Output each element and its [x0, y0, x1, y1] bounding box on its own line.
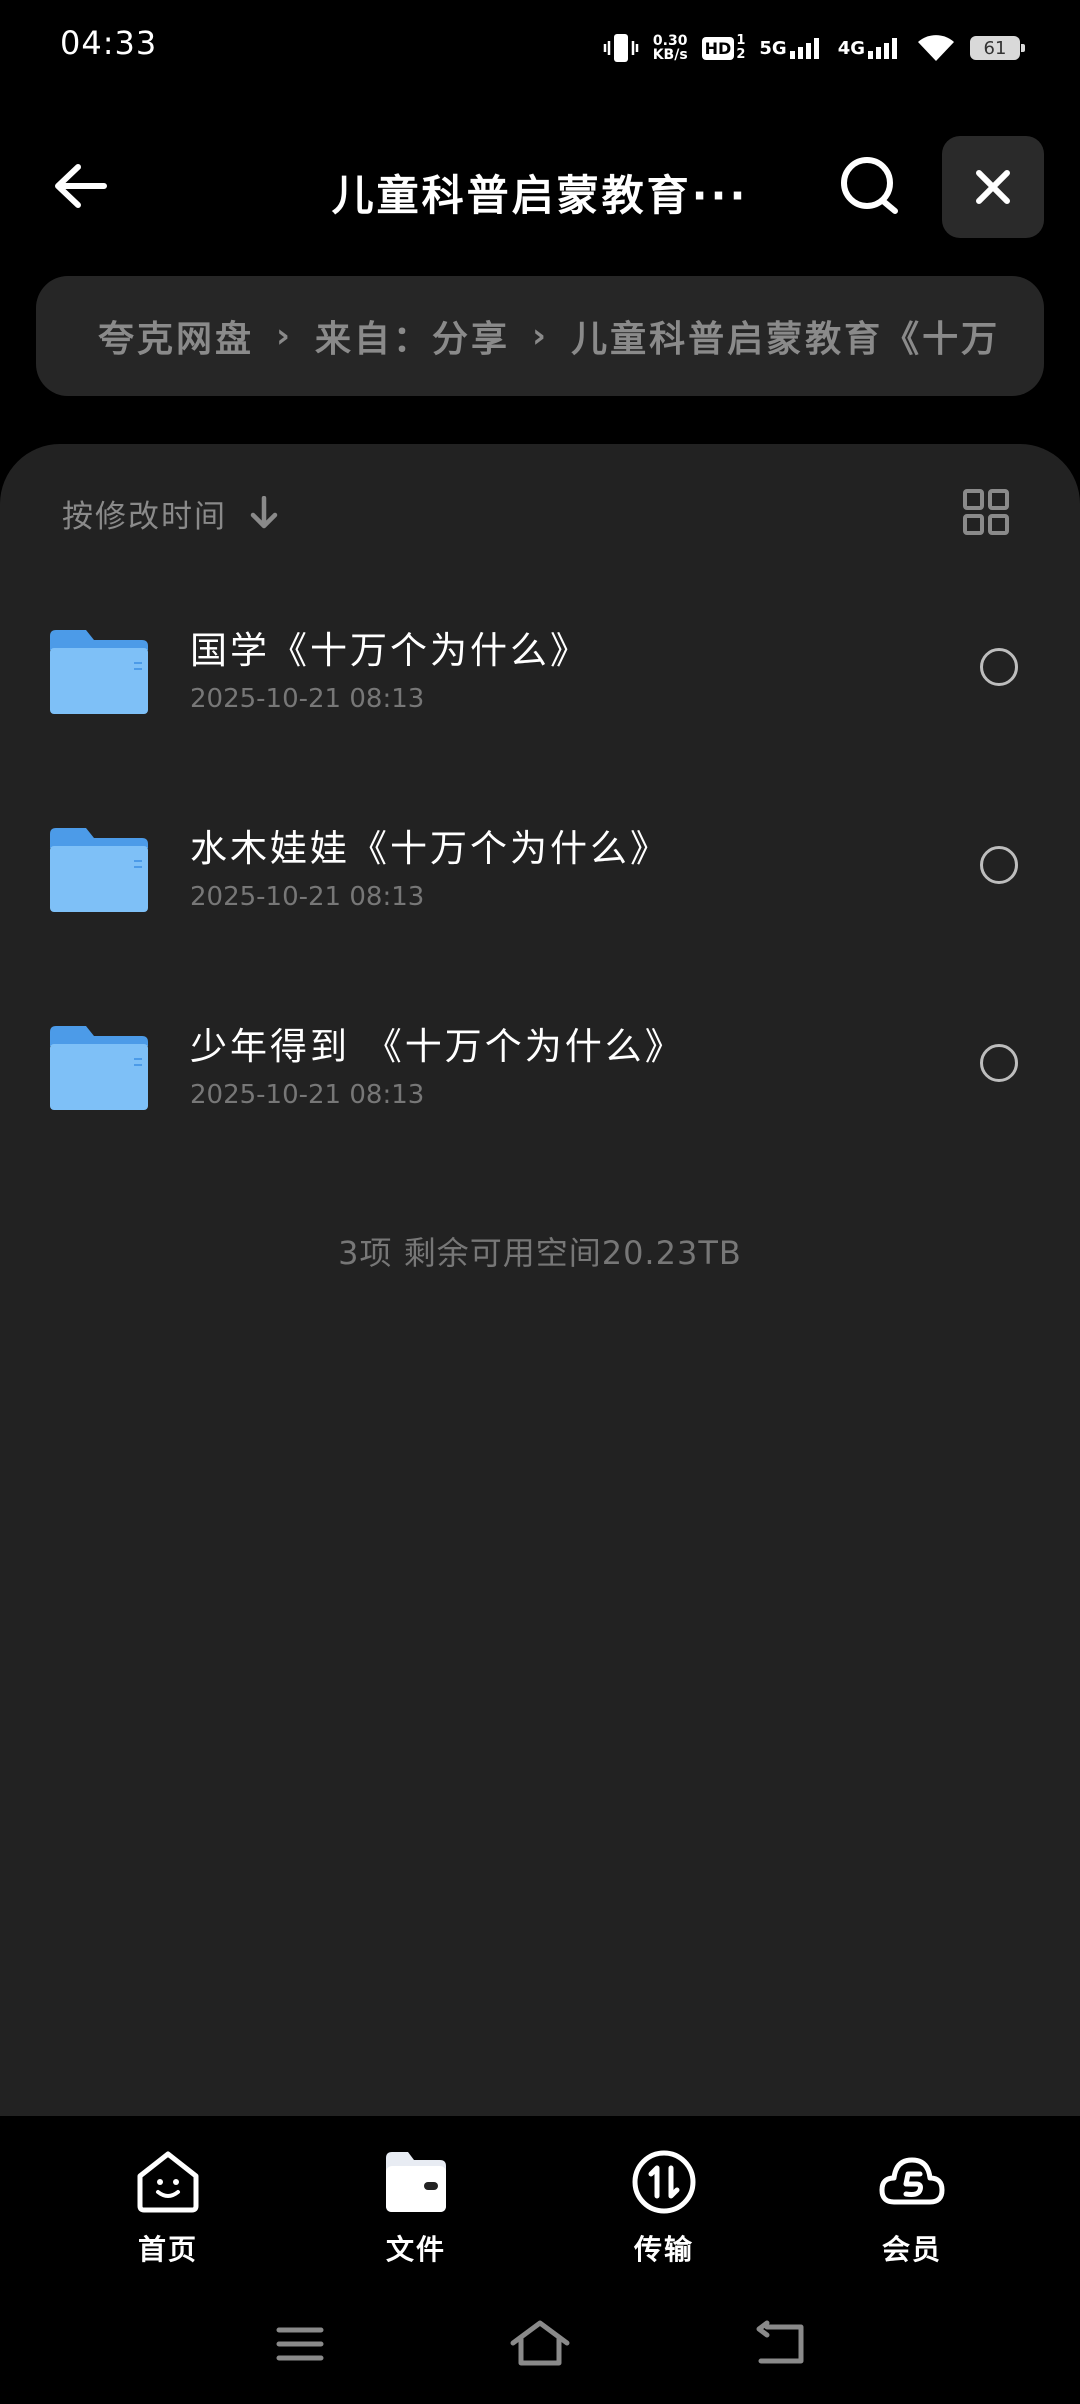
- breadcrumb[interactable]: 夸克网盘 › 来自：分享 › 儿童科普启蒙教育《十万: [36, 276, 1044, 396]
- transfer-icon: [632, 2150, 696, 2214]
- nav-back-button[interactable]: [745, 2314, 815, 2374]
- file-date: 2025-10-21 08:13: [190, 684, 425, 714]
- battery-indicator: 61: [970, 36, 1025, 60]
- net-speed-value: 0.30: [652, 33, 688, 49]
- select-radio[interactable]: [980, 846, 1018, 884]
- status-icons: 0.30 KB/s HD 12 5G 4G 61: [603, 28, 1025, 68]
- page-title: 儿童科普启蒙教育···: [331, 171, 749, 220]
- arrow-down-icon: [250, 496, 278, 529]
- chevron-right-icon: ›: [532, 316, 550, 356]
- breadcrumb-path: 夸克网盘 › 来自：分享 › 儿童科普启蒙教育《十万: [36, 310, 1000, 362]
- folder-icon: [50, 828, 148, 912]
- sim1-type: 5G: [759, 38, 787, 59]
- hd-label: HD: [701, 36, 735, 60]
- vip-cloud-icon: [879, 2157, 945, 2205]
- storage-summary: 3项 剩余可用空间20.23TB: [338, 1234, 742, 1272]
- nav-home-button[interactable]: [505, 2314, 575, 2374]
- view-toggle-button[interactable]: [962, 488, 1010, 536]
- breadcrumb-item-current[interactable]: 儿童科普启蒙教育《十万: [571, 310, 1000, 362]
- top-app-bar: 儿童科普启蒙教育···: [0, 130, 1080, 242]
- sim2-type: 4G: [837, 38, 865, 59]
- net-speed-unit: KB/s: [652, 47, 688, 63]
- tab-transfer-label: 传输: [633, 2233, 694, 2266]
- close-icon: [976, 170, 1010, 204]
- folder-tab-icon: [386, 2152, 446, 2212]
- tab-transfer[interactable]: 传输: [594, 2148, 734, 2268]
- wifi-icon: [918, 35, 954, 61]
- bottom-tab-bar: 首页 文件 传输 会员: [0, 2116, 1080, 2286]
- arrow-left-icon: [55, 164, 107, 208]
- tab-files[interactable]: 文件: [346, 2148, 486, 2268]
- back-nav-icon: [756, 2320, 804, 2364]
- file-date: 2025-10-21 08:13: [190, 1080, 425, 1110]
- list-item[interactable]: 水木娃娃《十万个为什么》 2025-10-21 08:13: [0, 792, 1080, 962]
- search-button[interactable]: [830, 148, 910, 224]
- sort-label: 按修改时间: [62, 498, 227, 535]
- tab-vip[interactable]: 会员: [842, 2148, 982, 2268]
- list-item[interactable]: 少年得到 《十万个为什么》 2025-10-21 08:13: [0, 990, 1080, 1160]
- signal-sim1: 5G: [759, 37, 823, 59]
- search-icon: [841, 157, 898, 214]
- close-button[interactable]: [942, 136, 1044, 238]
- system-nav-bar: [0, 2286, 1080, 2404]
- select-radio[interactable]: [980, 1044, 1018, 1082]
- file-list-panel: 按修改时间 国学《十万个为什么》 2025-10-21 08:13 水木娃娃《十…: [0, 444, 1080, 2116]
- breadcrumb-item-share[interactable]: 来自：分享: [315, 310, 510, 362]
- home-smile-icon: [137, 2151, 199, 2213]
- folder-icon: [50, 1026, 148, 1110]
- menu-icon: [276, 2327, 324, 2361]
- sort-selector[interactable]: 按修改时间: [62, 488, 279, 538]
- signal-icon: [789, 38, 819, 59]
- tab-vip-label: 会员: [881, 2233, 942, 2266]
- tab-files-label: 文件: [385, 2233, 446, 2266]
- nav-menu-button[interactable]: [265, 2314, 335, 2374]
- hd-badge: HD 12: [701, 34, 745, 62]
- home-nav-icon: [510, 2320, 570, 2366]
- net-speed: 0.30 KB/s: [653, 34, 688, 62]
- signal-sim2: 4G: [838, 37, 902, 59]
- vibrate-icon: [603, 34, 638, 62]
- file-date: 2025-10-21 08:13: [190, 882, 425, 912]
- grid-view-icon: [963, 489, 1009, 535]
- breadcrumb-item-root[interactable]: 夸克网盘: [98, 310, 254, 362]
- list-item[interactable]: 国学《十万个为什么》 2025-10-21 08:13: [0, 594, 1080, 764]
- tab-home[interactable]: 首页: [98, 2148, 238, 2268]
- status-time: 04:33: [60, 24, 158, 62]
- file-name: 国学《十万个为什么》: [190, 629, 590, 672]
- back-button[interactable]: [40, 148, 120, 224]
- chevron-right-icon: ›: [276, 316, 294, 356]
- select-radio[interactable]: [980, 648, 1018, 686]
- status-bar: 04:33 0.30 KB/s HD 12 5G 4G 61: [0, 0, 1080, 95]
- signal-icon: [868, 38, 897, 59]
- file-name: 水木娃娃《十万个为什么》: [190, 827, 670, 870]
- tab-home-label: 首页: [137, 2233, 198, 2266]
- folder-icon: [50, 630, 148, 714]
- file-name: 少年得到 《十万个为什么》: [190, 1025, 685, 1068]
